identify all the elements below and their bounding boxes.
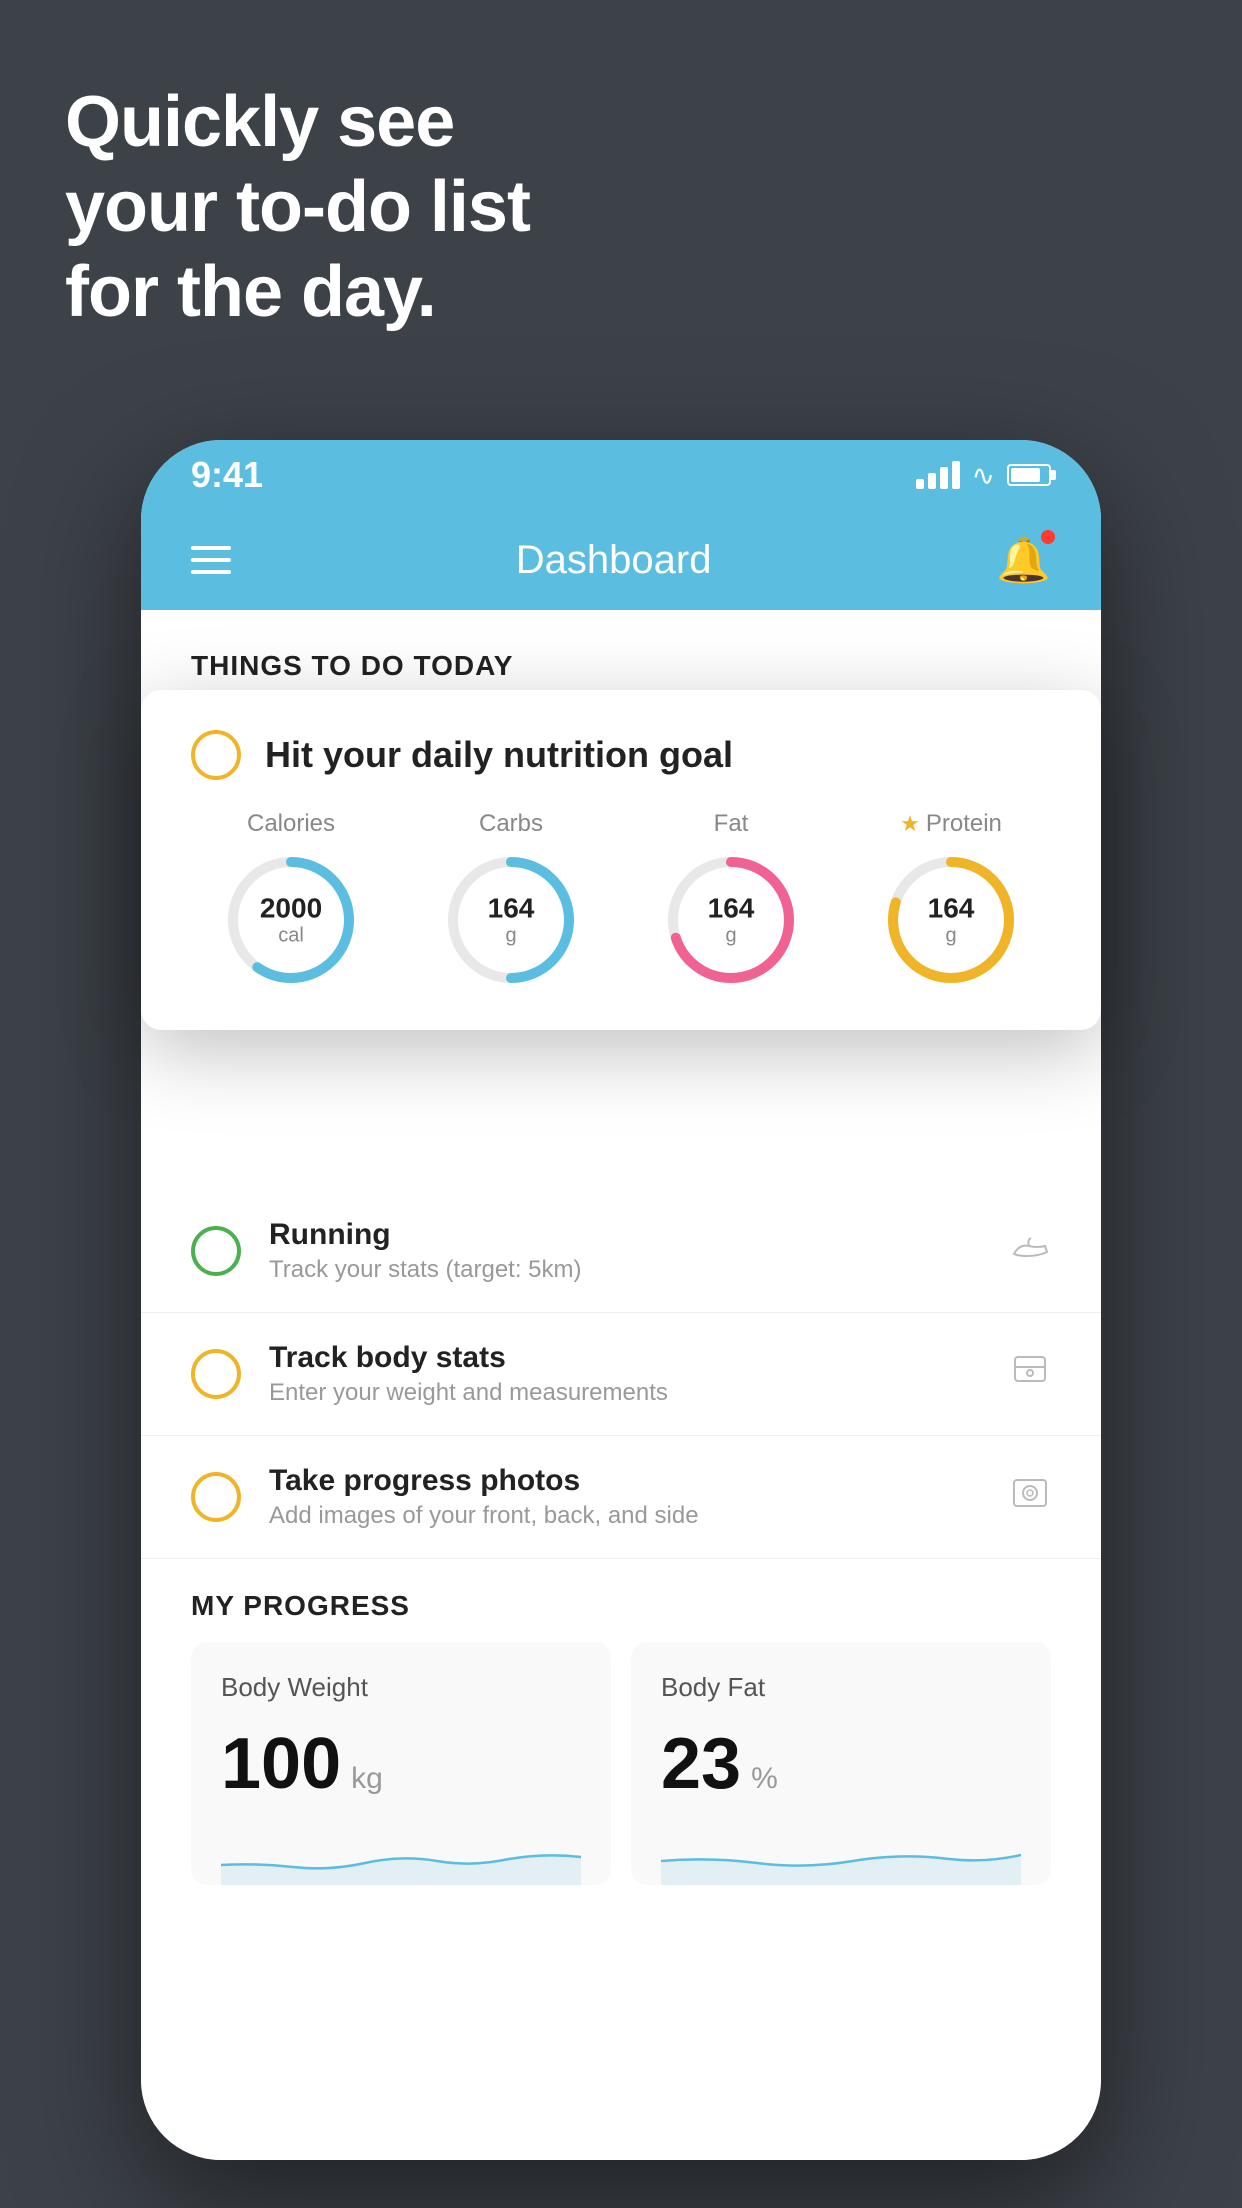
- body-fat-value: 23: [661, 1723, 741, 1805]
- wifi-icon: ∿: [972, 459, 995, 492]
- body-stats-text: Track body stats Enter your weight and m…: [269, 1341, 981, 1407]
- progress-cards: Body Weight 100 kg Body Fat 23 %: [141, 1642, 1101, 1925]
- protein-value: 164 g: [928, 894, 975, 947]
- body-weight-value-row: 100 kg: [221, 1723, 581, 1805]
- photos-text: Take progress photos Add images of your …: [269, 1464, 981, 1530]
- nutrition-card: Hit your daily nutrition goal Calories 2…: [141, 690, 1101, 1030]
- protein-ring: 164 g: [881, 850, 1021, 990]
- hero-line2: your to-do list: [65, 165, 530, 250]
- body-weight-chart: [221, 1825, 581, 1885]
- hero-line1: Quickly see: [65, 80, 530, 165]
- body-fat-unit: %: [751, 1762, 778, 1796]
- protein-label: ★ Protein: [900, 810, 1002, 838]
- carbs-label: Carbs: [479, 810, 543, 838]
- body-weight-unit: kg: [351, 1762, 383, 1796]
- carbs-item: Carbs 164 g: [411, 810, 611, 990]
- star-icon: ★: [900, 811, 920, 837]
- nav-title: Dashboard: [516, 538, 712, 583]
- running-subtitle: Track your stats (target: 5km): [269, 1256, 981, 1284]
- scale-icon: [1009, 1349, 1051, 1400]
- body-weight-value: 100: [221, 1723, 341, 1805]
- signal-icon: [916, 461, 960, 489]
- todo-item-running[interactable]: Running Track your stats (target: 5km): [141, 1190, 1101, 1313]
- nutrition-circles: Calories 2000 cal Carbs: [191, 810, 1051, 990]
- calories-item: Calories 2000 cal: [191, 810, 391, 990]
- menu-button[interactable]: [191, 546, 231, 574]
- progress-section: MY PROGRESS Body Weight 100 kg Body Fat …: [141, 1550, 1101, 1925]
- todo-item-photos[interactable]: Take progress photos Add images of your …: [141, 1436, 1101, 1559]
- photo-icon: [1009, 1472, 1051, 1523]
- body-weight-title: Body Weight: [221, 1672, 581, 1703]
- status-icons: ∿: [916, 459, 1051, 492]
- body-fat-value-row: 23 %: [661, 1723, 1021, 1805]
- photos-title: Take progress photos: [269, 1464, 981, 1498]
- nutrition-card-title: Hit your daily nutrition goal: [265, 734, 733, 776]
- body-fat-chart: [661, 1825, 1021, 1885]
- calories-label: Calories: [247, 810, 335, 838]
- things-todo-header: THINGS TO DO TODAY: [141, 610, 1101, 702]
- body-stats-subtitle: Enter your weight and measurements: [269, 1379, 981, 1407]
- status-bar: 9:41 ∿: [141, 440, 1101, 510]
- todo-list: Running Track your stats (target: 5km) T…: [141, 1190, 1101, 1559]
- running-text: Running Track your stats (target: 5km): [269, 1218, 981, 1284]
- body-fat-title: Body Fat: [661, 1672, 1021, 1703]
- nutrition-checkbox[interactable]: [191, 730, 241, 780]
- status-time: 9:41: [191, 454, 263, 496]
- hero-line3: for the day.: [65, 250, 530, 335]
- body-stats-title: Track body stats: [269, 1341, 981, 1375]
- calories-value: 2000 cal: [260, 894, 322, 947]
- fat-label: Fat: [714, 810, 749, 838]
- body-weight-card: Body Weight 100 kg: [191, 1642, 611, 1885]
- carbs-value: 164 g: [488, 894, 535, 947]
- progress-header: MY PROGRESS: [141, 1550, 1101, 1642]
- running-checkbox[interactable]: [191, 1226, 241, 1276]
- todo-item-body-stats[interactable]: Track body stats Enter your weight and m…: [141, 1313, 1101, 1436]
- hero-text: Quickly see your to-do list for the day.: [65, 80, 530, 335]
- bell-button[interactable]: 🔔: [996, 534, 1051, 586]
- body-fat-card: Body Fat 23 %: [631, 1642, 1051, 1885]
- battery-icon: [1007, 464, 1051, 486]
- fat-item: Fat 164 g: [631, 810, 831, 990]
- carbs-ring: 164 g: [441, 850, 581, 990]
- photos-checkbox[interactable]: [191, 1472, 241, 1522]
- body-stats-checkbox[interactable]: [191, 1349, 241, 1399]
- shoe-icon: [1009, 1226, 1051, 1277]
- calories-ring: 2000 cal: [221, 850, 361, 990]
- notification-dot: [1041, 530, 1055, 544]
- protein-item: ★ Protein 164 g: [851, 810, 1051, 990]
- fat-ring: 164 g: [661, 850, 801, 990]
- running-title: Running: [269, 1218, 981, 1252]
- nutrition-card-header: Hit your daily nutrition goal: [191, 730, 1051, 780]
- photos-subtitle: Add images of your front, back, and side: [269, 1502, 981, 1530]
- fat-value: 164 g: [708, 894, 755, 947]
- nav-bar: Dashboard 🔔: [141, 510, 1101, 610]
